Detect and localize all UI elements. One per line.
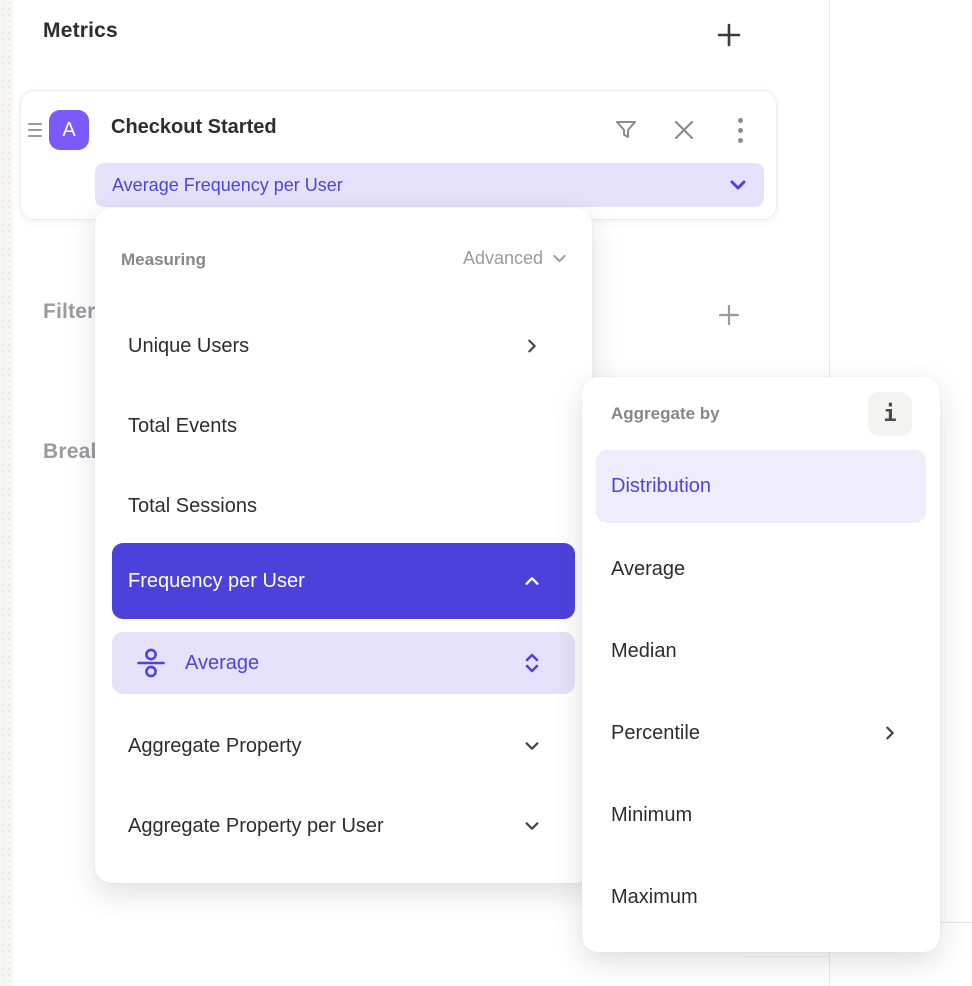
metric-letter-badge: A — [49, 110, 89, 150]
measuring-mode-value: Advanced — [463, 248, 543, 269]
canvas-edge-texture — [0, 0, 13, 986]
measurement-label: Average Frequency per User — [112, 175, 343, 196]
aggregate-item-minimum[interactable]: Minimum — [582, 793, 940, 837]
kebab-menu-icon[interactable] — [723, 113, 757, 147]
menu-item-frequency-average[interactable]: Average — [112, 632, 575, 694]
aggregate-by-label: Aggregate by — [611, 404, 720, 424]
aggregate-by-dropdown: Aggregate by i Distribution Average Medi… — [582, 377, 940, 952]
filter-icon[interactable] — [609, 113, 643, 147]
chevron-up-icon — [520, 572, 544, 590]
aggregate-item-percentile[interactable]: Percentile — [582, 711, 940, 755]
metrics-section-title: Metrics — [43, 19, 118, 43]
menu-item-aggregate-property-per-user[interactable]: Aggregate Property per User — [95, 798, 592, 854]
aggregate-item-average[interactable]: Average — [582, 547, 940, 591]
chevron-down-icon — [551, 250, 568, 267]
chevron-right-icon — [520, 337, 544, 355]
menu-item-total-sessions[interactable]: Total Sessions — [95, 478, 592, 534]
background-gridline — [744, 956, 829, 957]
average-divide-icon — [133, 647, 168, 679]
chevron-down-icon — [520, 817, 544, 835]
event-name[interactable]: Checkout Started — [111, 116, 277, 139]
measuring-mode-selector[interactable]: Advanced — [463, 248, 568, 269]
chevron-right-icon — [878, 724, 902, 742]
measuring-dropdown: Measuring Advanced Unique Users Total Ev… — [95, 208, 592, 883]
drag-handle-icon[interactable] — [28, 120, 44, 140]
plus-icon — [717, 303, 741, 327]
close-icon[interactable] — [667, 113, 701, 147]
menu-item-aggregate-property[interactable]: Aggregate Property — [95, 718, 592, 774]
info-icon[interactable]: i — [868, 392, 912, 436]
chevron-down-icon — [520, 737, 544, 755]
menu-item-unique-users[interactable]: Unique Users — [95, 318, 592, 374]
plus-icon — [716, 22, 742, 48]
add-metric-button[interactable] — [714, 20, 744, 50]
aggregate-item-distribution[interactable]: Distribution — [596, 450, 926, 523]
chevron-updown-icon — [520, 652, 544, 674]
add-filter-button[interactable] — [714, 300, 744, 330]
aggregate-item-median[interactable]: Median — [582, 629, 940, 673]
metric-card: A Checkout Started Average Frequency per… — [20, 90, 777, 220]
menu-item-total-events[interactable]: Total Events — [95, 398, 592, 454]
chevron-down-icon — [728, 175, 748, 195]
aggregate-item-maximum[interactable]: Maximum — [582, 875, 940, 919]
measurement-selector[interactable]: Average Frequency per User — [95, 163, 764, 207]
measuring-label: Measuring — [121, 250, 206, 270]
menu-item-frequency-per-user[interactable]: Frequency per User — [112, 543, 575, 619]
